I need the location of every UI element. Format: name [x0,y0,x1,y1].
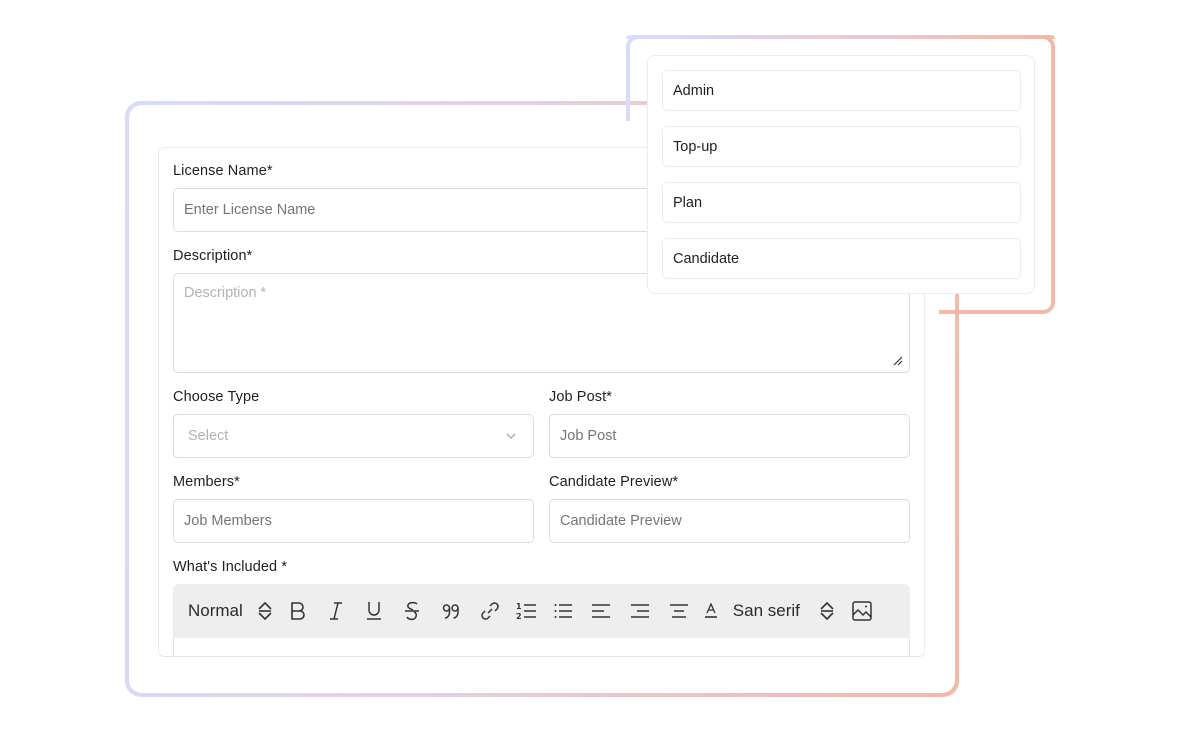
bold-icon[interactable] [290,599,306,623]
rich-text-editor-body[interactable] [173,638,910,656]
strikethrough-icon[interactable] [404,599,420,623]
license-name-label: License Name* [173,163,273,179]
candidate-preview-label: Candidate Preview* [549,474,679,490]
heading-select[interactable]: Normal [188,601,243,621]
description-placeholder: Description * [184,285,267,301]
type-options-popup: Admin Top-up Plan Candidate [647,55,1035,294]
job-post-label: Job Post* [549,389,612,405]
updown-select-icon[interactable] [257,599,273,623]
type-option-admin[interactable]: Admin [662,70,1021,111]
align-right-icon[interactable] [630,599,649,623]
svg-text:2: 2 [516,612,522,621]
ordered-list-icon[interactable]: 12 [516,599,536,623]
members-label: Members* [173,474,240,490]
choose-type-value: Select [188,428,229,444]
type-option-top-up[interactable]: Top-up [662,126,1021,167]
rich-text-toolbar: Normal 12 San serif [173,584,910,638]
choose-type-select[interactable]: Select [173,414,534,458]
updown-select-icon[interactable] [819,599,835,623]
align-left-icon[interactable] [591,599,610,623]
align-center-icon[interactable] [669,599,688,623]
decorative-frame-front-top [626,35,1055,39]
type-option-candidate[interactable]: Candidate [662,238,1021,279]
choose-type-label: Choose Type [173,389,260,405]
decorative-frame-front-bottom [939,310,1043,314]
italic-icon[interactable] [328,599,344,623]
decorative-frame-front-left [626,45,630,121]
type-option-plan[interactable]: Plan [662,182,1021,223]
decorative-frame-front-right [1051,45,1055,303]
image-icon[interactable] [852,599,872,623]
description-label: Description* [173,248,253,264]
whats-included-label: What's Included * [173,559,288,575]
bullet-list-icon[interactable] [554,599,572,623]
text-color-icon[interactable] [704,599,717,623]
font-select[interactable]: San serif [733,601,800,621]
job-post-input[interactable] [549,414,910,458]
blockquote-icon[interactable] [442,599,460,623]
resize-handle-icon[interactable] [893,356,903,366]
underline-icon[interactable] [366,599,382,623]
candidate-preview-input[interactable] [549,499,910,543]
members-input[interactable] [173,499,534,543]
link-icon[interactable] [480,599,500,623]
chevron-down-icon [506,433,516,439]
svg-text:1: 1 [516,602,522,611]
